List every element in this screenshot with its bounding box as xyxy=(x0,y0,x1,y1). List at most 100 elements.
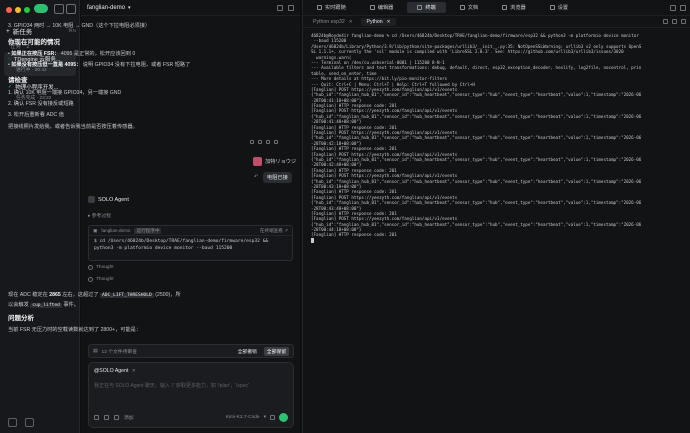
input-toolbar-right: Kimi-K2.7-Code ▾ xyxy=(226,413,288,422)
send-button[interactable] xyxy=(279,413,288,422)
chat-heading: 请检查 xyxy=(8,77,28,84)
terminal-cursor xyxy=(311,238,687,244)
attach-label[interactable]: 添加 xyxy=(124,414,134,421)
inline-code: cup_lifted xyxy=(30,303,62,308)
chat-text: 2. 确认 FSR 没有接反或短路 xyxy=(8,101,74,107)
chat-header: fanglian-demo ▾ xyxy=(81,0,300,16)
image-icon[interactable] xyxy=(104,415,109,420)
pending-changes-label[interactable]: 12 个文件待审查 xyxy=(102,348,137,355)
terminal-line: {"hub_id":"fanglian_hub_01","sensor_id":… xyxy=(311,113,642,119)
chat-bullet: • 如果正在按压 FSR： 4095 是正常的，松开应该回到 0 xyxy=(8,51,136,57)
help-icon[interactable] xyxy=(25,418,34,427)
close-icon[interactable]: ✕ xyxy=(387,19,391,25)
reject-all-button[interactable]: 全部撤销 xyxy=(235,347,260,356)
inline-code: ADC_LIFT_THRESHOLD xyxy=(100,293,154,298)
thumbs-up-icon[interactable] xyxy=(258,140,262,144)
chevron-down-icon[interactable]: ▾ xyxy=(264,415,266,420)
message-actions xyxy=(250,140,278,144)
chat-text: 3. GPIO34 两时 → 10K 电阻 → GND（这个下拉电阻必须接） xyxy=(8,23,151,29)
settings-icon[interactable] xyxy=(270,415,275,420)
trash-icon[interactable] xyxy=(681,19,686,24)
tab-label: 终端 xyxy=(425,5,436,11)
model-selector[interactable]: Kimi-K2.7-Code xyxy=(226,415,260,420)
thought-toggle[interactable]: Thought xyxy=(88,277,114,282)
tab-label: 编辑器 xyxy=(377,5,394,11)
close-icon[interactable]: ✕ xyxy=(349,19,353,25)
reference-toggle[interactable]: ▸ 参考过程 xyxy=(88,212,111,219)
chat-text: 说明 GPIO34 没有下拉电阻，或者 FSR 短路了 xyxy=(82,62,191,68)
chat-input[interactable]: @SOLO Agent ✕ 我正在与 SOLO Agent 聊天。输入 '/' … xyxy=(88,362,294,428)
terminal-line: {"hub_id":"fanglian_hub_01","sensor_id":… xyxy=(311,221,642,227)
terminal-tab-label: Python xyxy=(366,18,383,25)
tab-editor[interactable]: 编辑器 xyxy=(360,2,404,13)
at-icon[interactable] xyxy=(94,415,99,420)
maximize-window-button[interactable] xyxy=(24,7,30,13)
mention-label: @SOLO Agent xyxy=(94,368,129,374)
reference-label: 参考过程 xyxy=(91,214,111,219)
chevron-down-icon[interactable]: ▾ xyxy=(128,5,131,11)
view-in-terminal-link[interactable]: 在终端查看 ↗ xyxy=(260,228,288,234)
thought-icon xyxy=(88,265,93,270)
tab-label: 实时跟随 xyxy=(325,5,346,11)
settings-icon[interactable] xyxy=(8,418,17,427)
gear-icon xyxy=(549,5,555,10)
close-icon[interactable]: ✕ xyxy=(132,368,136,373)
tab-settings[interactable]: 设置 xyxy=(540,2,578,13)
terminal-tab-label: Python esp32 xyxy=(313,18,345,25)
history-icon[interactable] xyxy=(277,4,283,11)
thought-label: Thought xyxy=(96,277,114,282)
close-window-button[interactable] xyxy=(6,7,12,13)
terminal-line: {"hub_id":"fanglian_hub_01","sensor_id":… xyxy=(311,178,642,184)
terminal-card-header: ▣ fanglian-demo 运行程序中 在终端查看 ↗ xyxy=(89,226,292,236)
agent-mention[interactable]: @SOLO Agent ✕ xyxy=(94,368,136,374)
more-icon[interactable] xyxy=(288,4,294,11)
chat-bold: 2865 xyxy=(49,292,61,298)
document-icon xyxy=(459,5,465,10)
attach-icon[interactable] xyxy=(114,415,119,420)
project-name[interactable]: fanglian-demo xyxy=(87,5,125,11)
tab-live-follow[interactable]: 实时跟随 xyxy=(307,2,356,13)
chat-heading: 你现在可能的情况 xyxy=(8,39,60,46)
tab-terminal[interactable]: 终端 xyxy=(407,2,446,13)
chat-text: 事件。 xyxy=(63,302,79,308)
agent-logo-icon xyxy=(88,196,95,203)
terminal-line: {"hub_id":"fanglian_hub_01","sensor_id":… xyxy=(311,135,642,141)
tab-docs[interactable]: 文档 xyxy=(450,2,488,13)
pending-changes-bar: ▤ 12 个文件待审查 全部撤销 全部保留 xyxy=(88,344,294,358)
input-toolbar-left: 添加 xyxy=(94,414,134,421)
thought-toggle[interactable]: Thought xyxy=(88,265,114,270)
close-panel-icon[interactable] xyxy=(680,4,686,11)
chat-bold: 如果正在按压 FSR： xyxy=(11,51,60,57)
terminal-line: {"hub_id":"fanglian_hub_01","sensor_id":… xyxy=(311,156,642,162)
expand-icon[interactable] xyxy=(670,4,676,11)
tab-browser[interactable]: 浏览器 xyxy=(492,2,536,13)
add-terminal-icon[interactable] xyxy=(663,19,668,24)
agent-header: SOLO Agent xyxy=(88,196,129,203)
accept-all-button[interactable]: 全部保留 xyxy=(263,346,289,356)
agent-name: SOLO Agent xyxy=(98,196,129,203)
follow-icon xyxy=(317,5,322,10)
mode-toggle[interactable] xyxy=(34,4,48,13)
terminal-tab[interactable]: Python esp32 ✕ xyxy=(307,18,359,26)
browser-icon xyxy=(502,5,508,10)
chat-heading: 问题分析 xyxy=(8,315,34,322)
terminal-tab[interactable]: Python ✕ xyxy=(360,17,397,26)
retry-icon[interactable] xyxy=(274,140,278,144)
command-line: python3 -m platformio device monitor --b… xyxy=(94,245,233,251)
minimize-window-button[interactable] xyxy=(15,7,21,13)
chat-text: 1. 确认 10K 电阻一端接 GPIO34，另一端接 GND xyxy=(8,90,122,96)
chat-text: 4095 是正常的，松开应该回到 0 xyxy=(60,51,136,57)
panel-tabs: 实时跟随 编辑器 终端 文档 浏览器 设置 xyxy=(303,0,690,16)
copy-icon[interactable] xyxy=(250,140,254,144)
input-placeholder: 我正在与 SOLO Agent 聊天。输入 '/' 获取更多能力，如 '/pla… xyxy=(94,383,249,389)
split-icon[interactable] xyxy=(672,19,677,24)
chat-paragraph: 现在 ADC 稳定在 2865 左右，这超过了 ADC_LIFT_THRESHO… xyxy=(8,291,181,298)
thumbs-down-icon[interactable] xyxy=(266,140,270,144)
terminal-output[interactable]: 46824b@Royde4ir fanglian-demo % cd /User… xyxy=(311,33,687,244)
sidebar-toggle-icon[interactable] xyxy=(54,4,64,14)
user-info: 加特リョウジ xyxy=(253,157,296,166)
tab-label: 文档 xyxy=(467,5,479,11)
layout-icon[interactable] xyxy=(66,4,76,14)
undo-icon[interactable]: ↶ xyxy=(254,174,258,180)
chat-text: 3. 松开后重新看 ADC 值 xyxy=(8,112,64,118)
